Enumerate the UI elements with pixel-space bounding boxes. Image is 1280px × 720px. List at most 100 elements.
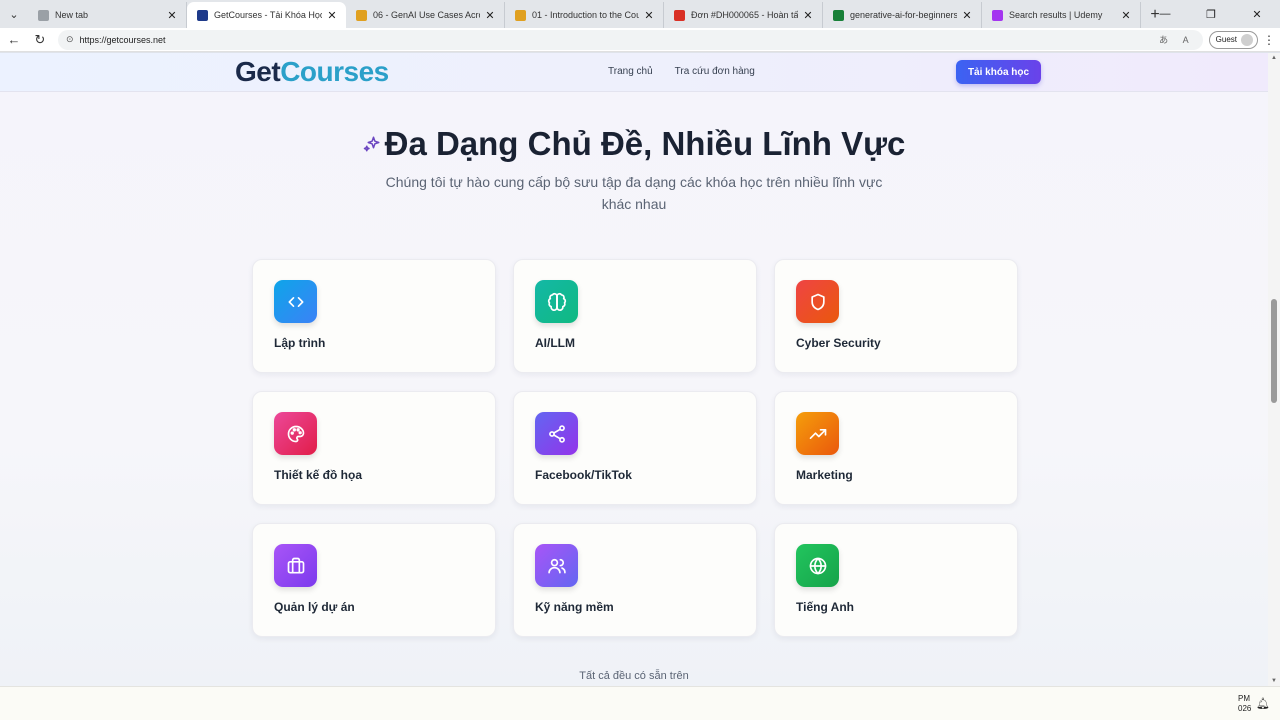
tab-actions-chevron-icon[interactable]: ⌄ — [0, 0, 28, 28]
url-text: https://getcourses.net — [79, 34, 166, 45]
category-card[interactable]: Facebook/TikTok — [513, 391, 757, 505]
profile-label: Guest — [1215, 35, 1238, 44]
tab-close-icon[interactable]: ✕ — [802, 9, 814, 22]
os-taskbar: PM 026 🔔︎ — [0, 686, 1280, 720]
browser-tab[interactable]: 06 - GenAI Use Cases Across Indu ✕ — [346, 2, 505, 28]
globe-icon — [809, 557, 826, 574]
category-label: Quản lý dự án — [274, 600, 355, 614]
tray-clock[interactable]: PM 026 — [1238, 694, 1251, 714]
minimize-icon[interactable]: — — [1142, 0, 1188, 28]
tab-title: Đơn #DH000065 - Hoàn tất - G — [691, 10, 798, 20]
section-title-text: Đa Dạng Chủ Đề, Nhiều Lĩnh Vực — [384, 125, 906, 162]
tab-title: 01 - Introduction to the Course - C — [532, 10, 639, 20]
tab-close-icon[interactable]: ✕ — [166, 9, 178, 22]
code-icon — [288, 296, 303, 307]
sparkles-icon — [363, 136, 380, 152]
share-icon — [548, 424, 565, 443]
category-label: Lập trình — [274, 336, 326, 350]
browser-tabstrip: ⌄ New tab✕GetCourses - Tải Khóa Học Onli… — [0, 0, 1280, 28]
site-nav: Trang chủ Tra cứu đơn hàng — [608, 66, 755, 77]
scrollbar-thumb[interactable] — [1271, 299, 1277, 403]
page-viewport: GetCourses Trang chủ Tra cứu đơn hàng Tả… — [0, 53, 1268, 686]
category-label: Cyber Security — [796, 336, 881, 350]
category-icon-tile — [274, 412, 317, 455]
category-icon-tile — [535, 544, 578, 587]
scroll-up-arrow-icon[interactable]: ▲ — [1270, 55, 1278, 61]
category-card[interactable]: Tiếng Anh — [774, 523, 1018, 637]
browser-toolbar: ← ↻ ⊙ https://getcourses.net あ A Guest ⋮ — [0, 28, 1280, 52]
window-controls: — ❐ ✕ — [1142, 0, 1280, 28]
category-label: Kỹ năng mềm — [535, 600, 614, 614]
notification-bell-icon[interactable]: 🔔︎ — [1256, 697, 1270, 710]
category-icon-tile — [796, 412, 839, 455]
nav-home-link[interactable]: Trang chủ — [608, 66, 653, 77]
brain-icon — [547, 292, 566, 311]
category-card[interactable]: Quản lý dự án — [252, 523, 496, 637]
tab-close-icon[interactable]: ✕ — [961, 9, 973, 22]
category-card[interactable]: Thiết kế đồ họa — [252, 391, 496, 505]
browser-tab[interactable]: New tab ✕ — [28, 2, 187, 28]
site-logo[interactable]: GetCourses — [235, 56, 389, 88]
briefcase-icon — [287, 557, 304, 573]
back-arrow-icon[interactable]: ← — [2, 28, 26, 52]
tab-favicon-icon — [197, 9, 208, 21]
download-course-button[interactable]: Tải khóa học — [956, 60, 1041, 84]
avatar-icon — [1241, 33, 1254, 46]
browser-tab[interactable]: Đơn #DH000065 - Hoàn tất - G ✕ — [664, 2, 823, 28]
browser-tab[interactable]: generative-ai-for-beginners-b - G ✕ — [823, 2, 982, 28]
tab-title: Search results | Udemy — [1009, 10, 1103, 20]
category-icon-tile — [796, 280, 839, 323]
category-icon-tile — [535, 412, 578, 455]
browser-tab[interactable]: 01 - Introduction to the Course - C ✕ — [505, 2, 664, 28]
users-icon — [547, 558, 566, 573]
reload-icon[interactable]: ↻ — [28, 28, 52, 52]
tab-close-icon[interactable]: ✕ — [643, 9, 655, 22]
tab-favicon-icon — [356, 9, 367, 21]
category-card[interactable]: Cyber Security — [774, 259, 1018, 373]
tab-title: 06 - GenAI Use Cases Across Indu — [373, 10, 480, 20]
trending-up-icon — [809, 428, 826, 439]
category-card[interactable]: AI/LLM — [513, 259, 757, 373]
close-window-icon[interactable]: ✕ — [1234, 0, 1280, 28]
page-scrollbar[interactable]: ▲ ▼ — [1268, 53, 1280, 686]
category-icon-tile — [274, 280, 317, 323]
footer-note: Tất cả đều có sẵn trên — [579, 670, 689, 682]
tab-favicon-icon — [992, 9, 1003, 21]
browser-tab[interactable]: GetCourses - Tải Khóa Học Online ✕ — [187, 2, 346, 28]
tab-close-icon[interactable]: ✕ — [326, 9, 338, 22]
tab-favicon-icon — [515, 9, 526, 21]
tab-title: generative-ai-for-beginners-b - G — [850, 10, 957, 20]
category-label: Marketing — [796, 468, 853, 482]
category-label: Thiết kế đồ họa — [274, 468, 363, 482]
section-subtitle: Chúng tôi tự hào cung cấp bộ sưu tập đa … — [385, 174, 883, 212]
browser-tab[interactable]: Search results | Udemy ✕ — [982, 2, 1141, 28]
category-label: Tiếng Anh — [796, 600, 854, 614]
address-bar[interactable]: ⊙ https://getcourses.net あ A — [57, 29, 1203, 50]
nav-order-lookup-link[interactable]: Tra cứu đơn hàng — [675, 66, 755, 77]
scroll-down-arrow-icon[interactable]: ▼ — [1270, 678, 1278, 684]
translate-read-aloud-icons[interactable]: あ A — [1159, 33, 1195, 46]
site-info-icon[interactable]: ⊙ — [66, 34, 74, 45]
shield-icon — [810, 293, 825, 310]
tab-close-icon[interactable]: ✕ — [484, 9, 496, 22]
tab-close-icon[interactable]: ✕ — [1120, 9, 1132, 22]
palette-icon — [287, 425, 304, 442]
restore-icon[interactable]: ❐ — [1188, 0, 1234, 28]
category-icon-tile — [274, 544, 317, 587]
category-label: AI/LLM — [535, 336, 575, 350]
tab-favicon-icon — [38, 9, 49, 21]
tab-title: GetCourses - Tải Khóa Học Online — [214, 10, 322, 20]
category-icon-tile — [535, 280, 578, 323]
tab-title: New tab — [55, 10, 89, 20]
tab-favicon-icon — [674, 9, 685, 21]
site-header: GetCourses Trang chủ Tra cứu đơn hàng Tả… — [0, 53, 1268, 92]
section-title: Đa Dạng Chủ Đề, Nhiều Lĩnh Vực — [0, 125, 1268, 163]
profile-button[interactable]: Guest — [1208, 30, 1259, 49]
category-card[interactable]: Lập trình — [252, 259, 496, 373]
category-card[interactable]: Kỹ năng mềm — [513, 523, 757, 637]
more-menu-icon[interactable]: ⋮ — [1258, 33, 1280, 47]
tab-list: New tab✕GetCourses - Tải Khóa Học Online… — [28, 0, 1141, 28]
tab-favicon-icon — [833, 9, 844, 21]
category-card[interactable]: Marketing — [774, 391, 1018, 505]
category-icon-tile — [796, 544, 839, 587]
